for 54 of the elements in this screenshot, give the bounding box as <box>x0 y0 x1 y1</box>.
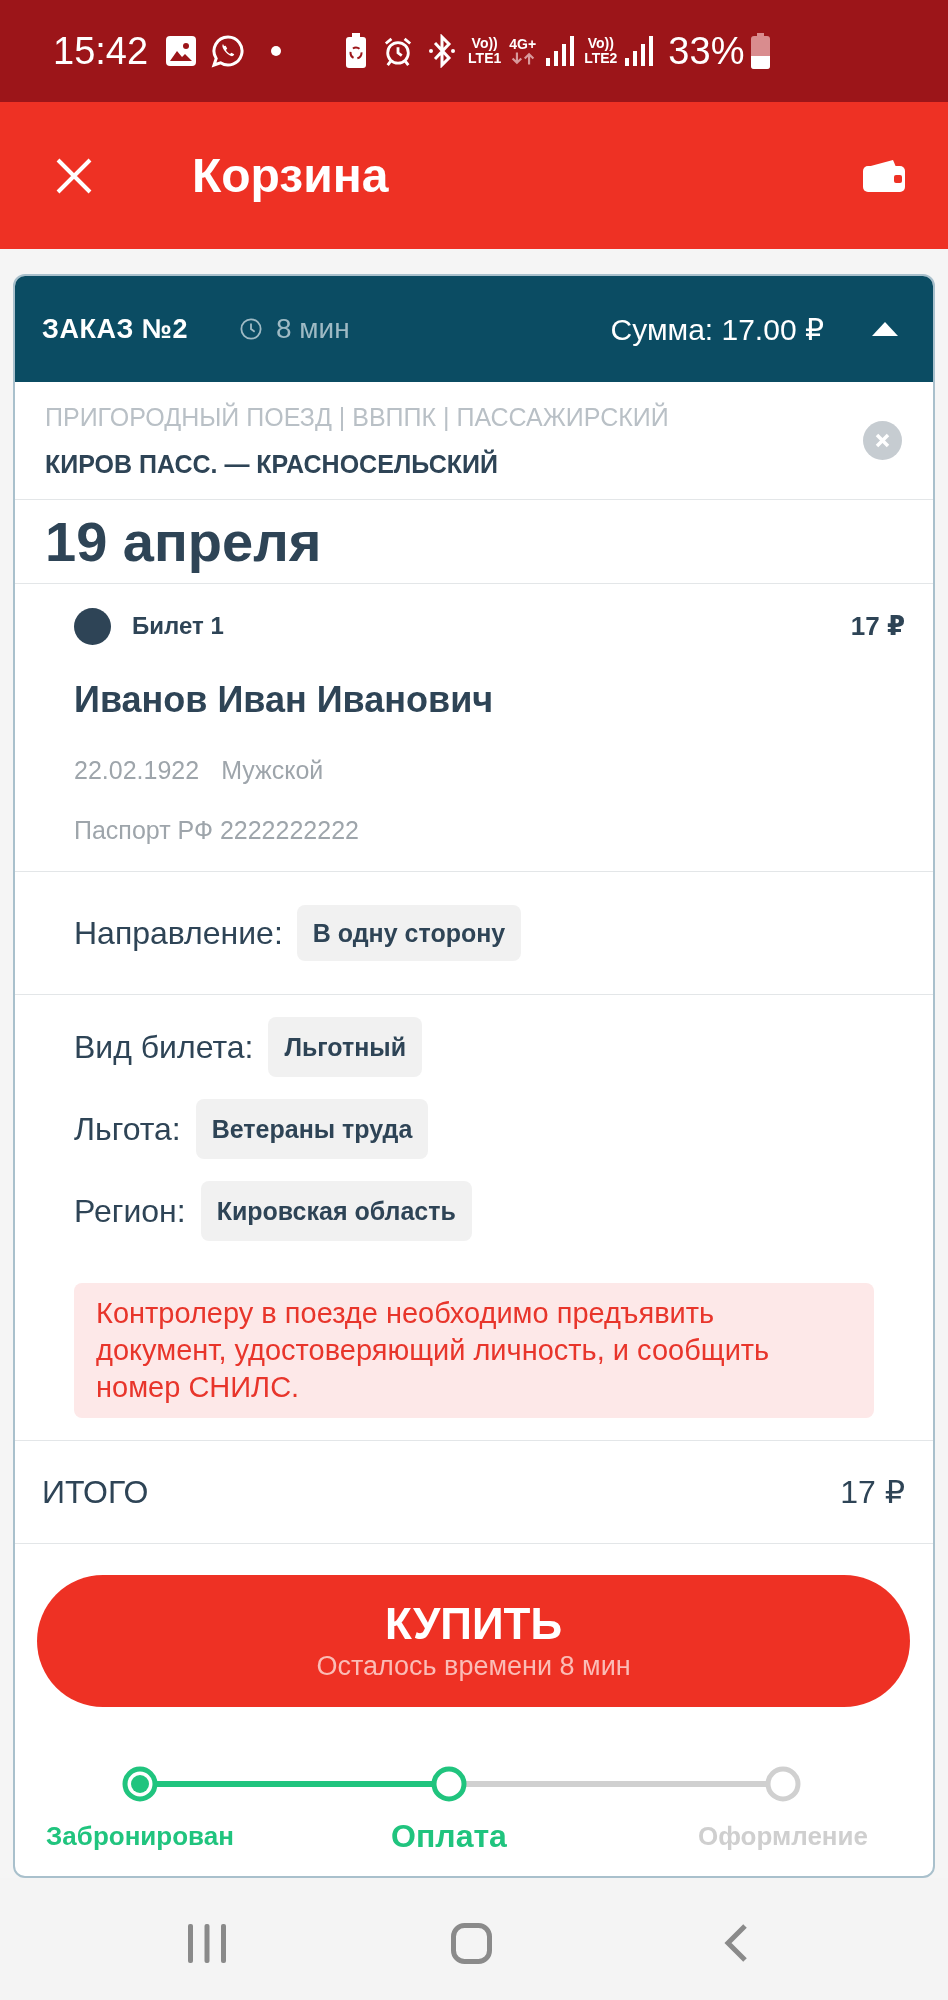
order-number: ЗАКАЗ №2 <box>42 313 188 345</box>
step-label: Оплата <box>391 1817 507 1856</box>
field-value: Льготный <box>268 1017 423 1077</box>
status-time: 15:42 <box>53 29 149 73</box>
volte-label: Vo)) <box>587 36 614 51</box>
battery-percent: 33% <box>668 29 745 73</box>
order-timer: 8 мин <box>275 313 350 345</box>
ticket-price: 17 ₽ <box>850 610 905 642</box>
order-header[interactable]: ЗАКАЗ №2 8 мин Сумма: 17.00 ₽ <box>15 276 933 382</box>
lte-label: LTE1 <box>468 51 502 66</box>
gender: Мужской <box>221 755 324 786</box>
route-name: КИРОВ ПАСС. — КРАСНОСЕЛЬСКИЙ <box>45 449 499 479</box>
page-title: Корзина <box>192 147 389 204</box>
back-icon[interactable] <box>723 1923 748 1963</box>
home-icon[interactable] <box>451 1922 492 1964</box>
volte-label: Vo)) <box>471 36 498 51</box>
clock-icon <box>239 318 262 340</box>
data-arrows-icon <box>509 52 536 65</box>
remove-icon[interactable] <box>863 421 902 460</box>
field-value: Кировская область <box>200 1181 472 1241</box>
battery-icon <box>750 33 772 69</box>
recent-apps-icon[interactable] <box>188 1923 227 1963</box>
dot-icon <box>271 46 282 56</box>
signal-icon <box>546 36 576 66</box>
order-sum: Сумма: 17.00 ₽ <box>610 311 824 347</box>
wallet-icon[interactable] <box>863 159 905 192</box>
battery-saver-icon <box>345 33 368 69</box>
total-value: 17 ₽ <box>840 1473 905 1511</box>
network-type-label: 4G+ <box>509 37 537 52</box>
train-category: ПРИГОРОДНЫЙ ПОЕЗД | ВВППК | ПАССАЖИРСКИЙ <box>45 402 670 432</box>
signal-icon <box>625 36 655 66</box>
total-label: ИТОГО <box>42 1473 149 1511</box>
birth-date: 22.02.1922 <box>74 755 200 786</box>
dot-icon <box>74 607 111 645</box>
close-icon[interactable] <box>56 157 92 194</box>
step-label: Забронирован <box>46 1820 234 1853</box>
field-label: Направление: <box>74 914 283 953</box>
ticket-label: Билет 1 <box>132 612 224 640</box>
passenger-name: Иванов Иван Иванович <box>74 678 495 722</box>
chat-bubble-icon <box>211 34 246 68</box>
passport-number: Паспорт РФ 2222222222 <box>74 815 360 846</box>
field-label: Вид билета: <box>74 1028 254 1067</box>
field-label: Льгота: <box>74 1110 181 1149</box>
field-value: Ветераны труда <box>195 1099 429 1159</box>
buy-button[interactable]: КУПИТЬ Осталось времени 8 мин <box>37 1575 910 1707</box>
trip-date: 19 апреля <box>45 510 322 573</box>
notice-message: Контролеру в поезде необходимо предъявить документ, удостоверяющий личность, и сообщить номер СНИЛС. <box>74 1283 874 1418</box>
direction-value: В одну сторону <box>296 905 522 961</box>
alarm-icon <box>383 35 414 67</box>
caret-up-icon[interactable] <box>872 322 898 336</box>
bluetooth-icon <box>428 34 457 68</box>
gallery-icon <box>166 36 197 66</box>
field-label: Регион: <box>74 1192 186 1231</box>
lte-label: LTE2 <box>584 51 618 66</box>
